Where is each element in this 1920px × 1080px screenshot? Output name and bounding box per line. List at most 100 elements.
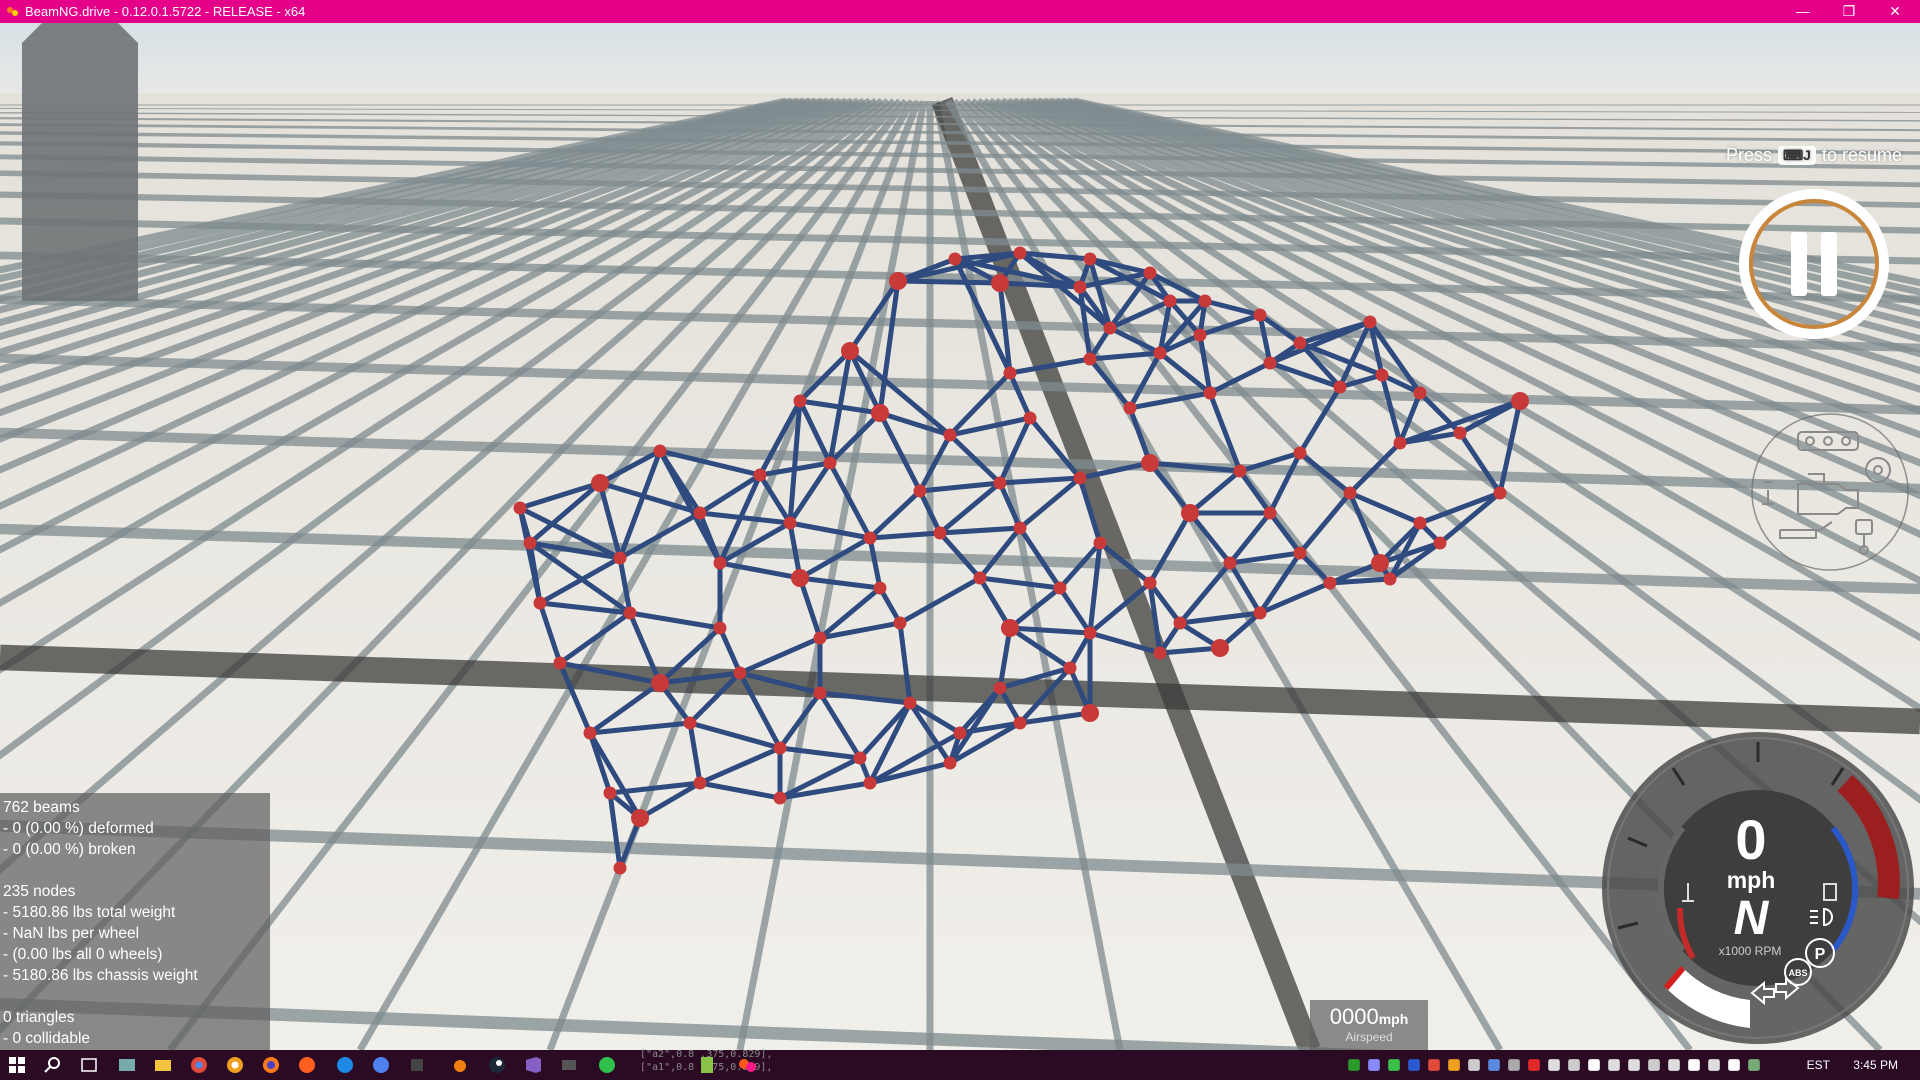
mesh-node xyxy=(1263,506,1277,520)
mesh-node xyxy=(653,444,667,458)
mesh-node xyxy=(991,274,1009,292)
mesh-node xyxy=(1083,252,1097,266)
tray-icon[interactable] xyxy=(1526,1057,1542,1073)
mesh-node xyxy=(613,551,627,565)
notepad-icon[interactable] xyxy=(696,1054,718,1076)
mesh-node xyxy=(1233,464,1247,478)
tray-icon[interactable] xyxy=(1586,1057,1602,1073)
mesh-node xyxy=(948,252,962,266)
tray-icon[interactable] xyxy=(1746,1057,1762,1073)
tray-icon[interactable] xyxy=(1726,1057,1742,1073)
mesh-node xyxy=(813,631,827,645)
turbo-icon xyxy=(1865,457,1891,483)
mesh-node xyxy=(1433,536,1447,550)
mesh-node xyxy=(613,861,627,875)
tray-icon[interactable] xyxy=(1606,1057,1622,1073)
mesh-node xyxy=(713,621,727,635)
restore-button[interactable]: ❐ xyxy=(1826,0,1872,23)
resume-hint-suffix: to resume xyxy=(1821,145,1902,165)
mesh-node xyxy=(1375,368,1389,382)
mesh-node xyxy=(1063,661,1077,675)
mesh-node xyxy=(841,342,859,360)
mesh-node xyxy=(1053,581,1067,595)
debug-stat-line: 762 beams xyxy=(3,799,80,816)
debug-stat-spacer xyxy=(3,986,270,1007)
mesh-node xyxy=(1371,554,1389,572)
powertrain-widget[interactable] xyxy=(1750,412,1910,572)
app-icon-2[interactable] xyxy=(370,1054,392,1076)
input-language[interactable]: EST xyxy=(1807,1058,1830,1072)
mesh-node xyxy=(1511,392,1529,410)
tray-icon[interactable] xyxy=(1426,1057,1442,1073)
mesh-node xyxy=(1413,386,1427,400)
mesh-node xyxy=(1181,504,1199,522)
window-title: BeamNG.drive - 0.12.0.1.5722 - RELEASE -… xyxy=(25,4,306,19)
speed-readout: 0 xyxy=(1735,808,1767,871)
debug-stat-line: - 5180.86 lbs chassis weight xyxy=(3,967,198,984)
mesh-node xyxy=(603,786,617,800)
mesh-node xyxy=(1363,315,1377,329)
tray-icon[interactable] xyxy=(1466,1057,1482,1073)
chrome-canary-icon[interactable] xyxy=(224,1054,246,1076)
mesh-node xyxy=(1093,536,1107,550)
debug-stat-line: - 0 (0.00 %) deformed xyxy=(3,820,154,837)
search-icon[interactable] xyxy=(42,1054,64,1076)
mesh-beam xyxy=(895,278,1003,286)
mesh-node xyxy=(1123,401,1137,415)
mesh-node xyxy=(1003,366,1017,380)
app-icon-4[interactable] xyxy=(558,1054,580,1076)
tray-icon[interactable] xyxy=(1666,1057,1682,1073)
mesh-node xyxy=(1083,352,1097,366)
beamng-taskbar-icon[interactable] xyxy=(736,1054,758,1076)
chat-icon[interactable] xyxy=(596,1054,618,1076)
engine-block-icon xyxy=(1797,431,1859,451)
firefox-icon[interactable] xyxy=(260,1054,282,1076)
visual-studio-icon[interactable] xyxy=(522,1054,544,1076)
app-icon-3[interactable] xyxy=(406,1054,428,1076)
tray-icon[interactable] xyxy=(1386,1057,1402,1073)
mesh-node xyxy=(1193,328,1207,342)
tray-icon[interactable] xyxy=(1686,1057,1702,1073)
app-icon-1[interactable] xyxy=(116,1054,138,1076)
tray-icon[interactable] xyxy=(1406,1057,1422,1073)
task-view-icon[interactable] xyxy=(78,1054,100,1076)
taskbar-clock[interactable]: 3:45 PM xyxy=(1853,1058,1898,1072)
tray-icon[interactable] xyxy=(1446,1057,1462,1073)
tray-icon[interactable] xyxy=(1366,1057,1382,1073)
mesh-node xyxy=(583,726,597,740)
mesh-node xyxy=(913,484,927,498)
pause-button[interactable] xyxy=(1738,188,1890,340)
mesh-node xyxy=(1141,454,1159,472)
coolant-icon xyxy=(1762,481,1774,505)
tray-icon[interactable] xyxy=(1546,1057,1562,1073)
mesh-node xyxy=(1013,246,1027,260)
tray-icon[interactable] xyxy=(1506,1057,1522,1073)
oil-can-icon xyxy=(1779,521,1833,539)
airspeed-value: 0000 xyxy=(1329,1004,1379,1029)
browser-icon[interactable] xyxy=(296,1054,318,1076)
mesh-node xyxy=(1163,294,1177,308)
mesh-node xyxy=(1413,516,1427,530)
svg-text:ABS: ABS xyxy=(1788,968,1807,978)
tray-icon[interactable] xyxy=(1626,1057,1642,1073)
mesh-node xyxy=(863,531,877,545)
tray-icon[interactable] xyxy=(1646,1057,1662,1073)
speed-unit: mph xyxy=(1726,867,1776,893)
steam-icon[interactable] xyxy=(486,1054,508,1076)
minimize-button[interactable]: — xyxy=(1780,0,1826,23)
file-explorer-icon[interactable] xyxy=(152,1054,174,1076)
windows-start-icon[interactable] xyxy=(6,1054,28,1076)
mesh-node xyxy=(1081,704,1099,722)
chrome-icon[interactable] xyxy=(188,1054,210,1076)
mesh-node xyxy=(973,571,987,585)
mesh-node xyxy=(1023,411,1037,425)
close-button[interactable]: ✕ xyxy=(1872,0,1918,23)
tray-icon[interactable] xyxy=(1346,1057,1362,1073)
mesh-node xyxy=(793,394,807,408)
tray-icon[interactable] xyxy=(1566,1057,1582,1073)
tray-icon[interactable] xyxy=(1486,1057,1502,1073)
distant-pillar xyxy=(22,23,138,301)
blender-icon[interactable] xyxy=(448,1054,470,1076)
edge-icon[interactable] xyxy=(334,1054,356,1076)
tray-icon[interactable] xyxy=(1706,1057,1722,1073)
